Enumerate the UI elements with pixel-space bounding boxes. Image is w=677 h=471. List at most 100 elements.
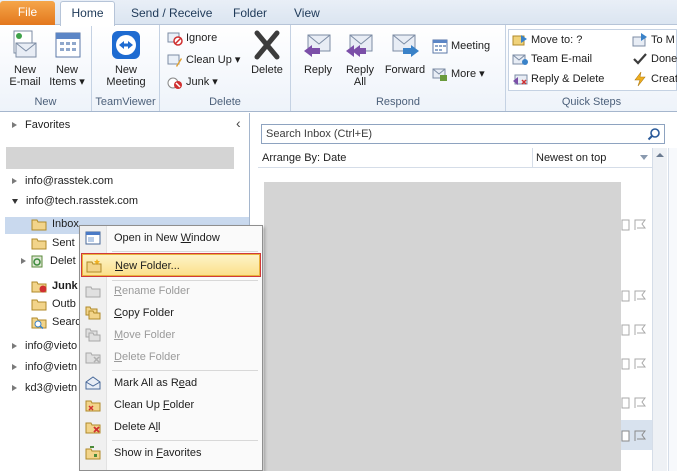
menu-new-folder[interactable]: New Folder...	[81, 253, 261, 277]
menu-access-key: C	[114, 307, 122, 319]
sort-order-button[interactable]: Newest on top	[536, 152, 606, 164]
folder-context-menu: Open in New Window New Folder... Rename …	[79, 225, 263, 471]
flag-icon	[621, 358, 646, 370]
menu-label-part: older	[169, 399, 195, 411]
folder-inbox[interactable]: Inbox	[31, 217, 79, 231]
favorites-header[interactable]: Favorites	[12, 119, 70, 131]
message-flag-row-5[interactable]	[621, 396, 655, 414]
ribbon: New E-mail New Items ▾ New New Meeting T…	[0, 25, 677, 112]
ignore-icon	[167, 32, 183, 46]
group-delete: Ignore Clean Up ▾ Junk ▾ Delete Delete	[160, 25, 291, 111]
reply-all-button[interactable]: Reply All	[341, 29, 379, 88]
account-label: info@vieto	[25, 340, 78, 352]
clean-up-button[interactable]: Clean Up ▾	[167, 51, 240, 69]
checkmark-icon	[633, 53, 647, 65]
forward-icon	[392, 34, 419, 57]
group-teamviewer-label: TeamViewer	[95, 96, 156, 108]
folder-outbox[interactable]: Outb	[31, 297, 76, 311]
delete-all-icon	[85, 422, 101, 434]
collapse-pane-icon[interactable]: ‹	[236, 115, 241, 131]
flag-icon	[621, 324, 646, 336]
junk-button[interactable]: Junk ▾	[167, 73, 218, 91]
folder-search[interactable]: Searc	[31, 315, 81, 330]
more-icon	[432, 68, 447, 82]
reply-delete-icon	[513, 74, 528, 86]
account-tech-rasstek[interactable]: info@tech.rasstek.com	[12, 195, 138, 207]
delete-button[interactable]: Delete	[246, 29, 288, 76]
tab-file[interactable]: File	[0, 1, 55, 25]
inbox-label: Inbox	[52, 217, 79, 230]
menu-access-key: F	[156, 447, 163, 459]
message-flag-row-4[interactable]	[621, 357, 655, 375]
quick-step-to-manager[interactable]: To M	[632, 31, 675, 49]
menu-open-new-window[interactable]: Open in New Window	[82, 227, 260, 249]
quick-step-move-to[interactable]: Move to: ?	[512, 31, 582, 49]
new-items-button[interactable]: New Items ▾	[47, 29, 87, 88]
quick-step-reply-delete[interactable]: Reply & Delete	[512, 70, 604, 88]
scroll-up-icon[interactable]	[653, 150, 667, 160]
tab-folder[interactable]: Folder	[233, 5, 267, 25]
quick-step-team-email[interactable]: Team E-mail	[512, 50, 592, 68]
deleted-label: Delet	[50, 254, 76, 267]
menu-rename-folder[interactable]: Rename Folder	[82, 280, 260, 302]
new-email-label-1: New	[13, 64, 36, 76]
clean-up-label: Clean Up ▾	[186, 54, 241, 66]
menu-show-in-favorites[interactable]: Show in Favorites	[82, 442, 260, 464]
new-meeting-button[interactable]: New Meeting	[100, 29, 152, 88]
outbox-folder-icon	[31, 299, 47, 311]
folder-deleted[interactable]: Delet	[21, 254, 76, 268]
expand-arrow-icon	[12, 364, 17, 370]
search-folder-icon	[31, 317, 47, 330]
account-rasstek[interactable]: info@rasstek.com	[12, 175, 113, 187]
junk-folder-icon	[31, 281, 47, 293]
menu-delete-folder[interactable]: Delete Folder	[82, 346, 260, 368]
menu-move-folder[interactable]: Move Folder	[82, 324, 260, 346]
tab-view[interactable]: View	[294, 5, 320, 25]
flag-icon	[621, 290, 646, 302]
account-vieto[interactable]: info@vieto	[12, 340, 77, 352]
menu-label-part: avorites	[162, 447, 202, 459]
expand-arrow-icon	[12, 122, 17, 128]
account-vietn[interactable]: info@vietn	[12, 361, 77, 373]
reply-label: Reply	[303, 64, 333, 76]
menu-label-part: Delete A	[114, 421, 156, 433]
menu-clean-up-folder[interactable]: Clean Up Folder	[82, 394, 260, 416]
menu-label-part: ad	[184, 377, 198, 389]
message-flag-row-3[interactable]	[621, 323, 655, 341]
tab-home[interactable]: Home	[60, 1, 115, 26]
more-label: More ▾	[451, 68, 485, 80]
search-icon[interactable]	[647, 127, 661, 141]
group-delete-label: Delete	[209, 96, 241, 108]
account-kd3[interactable]: kd3@vietn	[12, 382, 77, 394]
menu-mark-all-read[interactable]: Mark All as Read	[82, 372, 260, 394]
menu-label-part: opy Folder	[121, 307, 174, 319]
menu-delete-all[interactable]: Delete All	[82, 416, 260, 438]
flag-icon	[621, 397, 646, 409]
folder-junk[interactable]: Junk	[31, 279, 78, 293]
more-button[interactable]: More ▾	[432, 65, 485, 83]
search-input[interactable]: Search Inbox (Ctrl+E)	[261, 124, 665, 144]
meeting-button[interactable]: Meeting	[432, 37, 490, 55]
junk-label: Junk ▾	[186, 76, 218, 88]
reply-button[interactable]: Reply	[299, 29, 337, 76]
quick-step-done[interactable]: Done	[632, 50, 677, 68]
new-email-button[interactable]: New E-mail	[6, 29, 44, 88]
group-respond: Reply Reply All Forward Meeting More ▾ R…	[291, 25, 506, 111]
folder-sent[interactable]: Sent	[31, 236, 75, 250]
menu-label-part: Show in	[114, 447, 157, 459]
message-flag-row-2[interactable]	[621, 289, 655, 307]
forward-button[interactable]: Forward	[383, 29, 427, 76]
message-flag-row-6[interactable]	[621, 420, 655, 450]
reply-all-label-1: Reply	[345, 64, 375, 76]
arrange-by-button[interactable]: Arrange By: Date	[262, 152, 346, 164]
menu-access-key: D	[114, 351, 122, 363]
menu-copy-folder[interactable]: Copy Folder	[82, 302, 260, 324]
search-placeholder: Search Inbox (Ctrl+E)	[266, 128, 373, 140]
sort-dropdown-icon[interactable]	[640, 155, 648, 160]
ignore-button[interactable]: Ignore	[167, 29, 217, 47]
tab-send-receive[interactable]: Send / Receive	[131, 5, 212, 25]
message-list-scrollbar[interactable]	[652, 148, 667, 471]
new-email-icon	[13, 30, 37, 58]
quick-step-create-new[interactable]: Creat	[632, 70, 677, 88]
message-flag-row-1[interactable]	[621, 218, 655, 236]
